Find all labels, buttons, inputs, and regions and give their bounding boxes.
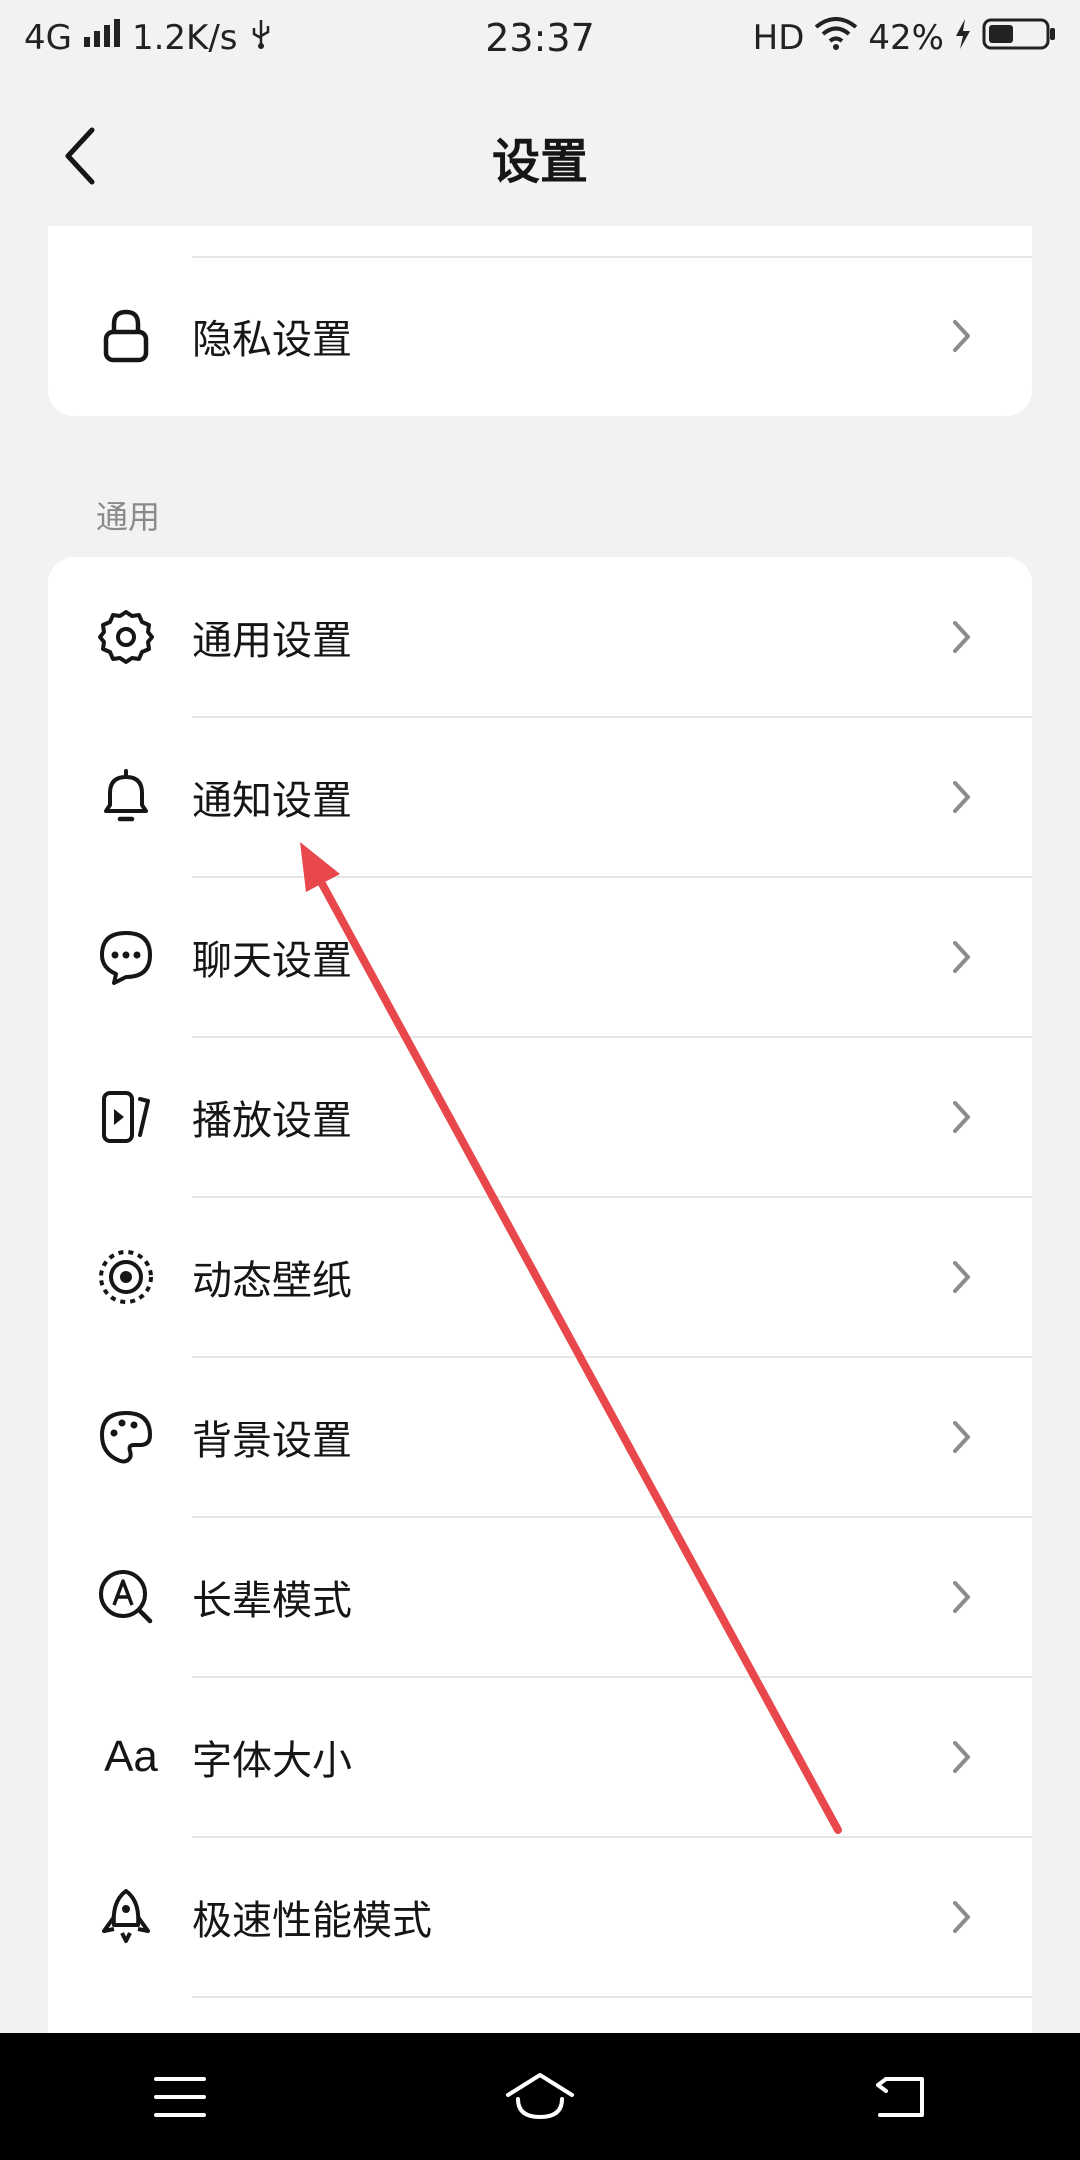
live-wallpaper-icon [96, 1247, 156, 1307]
elder-mode-icon [96, 1567, 156, 1627]
settings-row-label: 字体大小 [192, 1738, 352, 1784]
header: 设置 [0, 76, 1080, 226]
divider [192, 1996, 1032, 1998]
settings-row-performance[interactable]: 极速性能模式 [48, 1837, 1032, 1997]
charging-icon [954, 18, 972, 58]
usb-icon [248, 18, 274, 59]
menu-icon [154, 2076, 206, 2117]
settings-row-live-wallpaper[interactable]: 动态壁纸 [48, 1197, 1032, 1357]
settings-row-label: 动态壁纸 [192, 1258, 352, 1304]
gear-icon [96, 607, 156, 667]
chevron-right-icon [953, 941, 970, 973]
settings-row-background[interactable]: 背景设置 [48, 1357, 1032, 1517]
settings-row-chat[interactable]: 聊天设置 [48, 877, 1032, 1037]
home-button[interactable] [480, 2047, 600, 2147]
chevron-right-icon [953, 1741, 970, 1773]
home-icon [506, 2072, 574, 2119]
chevron-right-icon [953, 1421, 970, 1453]
lock-icon [96, 306, 156, 366]
settings-row-label: 播放设置 [192, 1098, 352, 1144]
page-title: 设置 [491, 134, 588, 190]
settings-row-notification[interactable]: 通知设置 [48, 717, 1032, 877]
play-device-icon [96, 1087, 156, 1147]
chevron-right-icon [953, 1581, 970, 1613]
settings-row-label: 背景设置 [192, 1418, 352, 1464]
settings-row-label: 聊天设置 [192, 938, 352, 984]
status-bar: 4G 1.2K/s 23:37 HD 42% [0, 0, 1080, 76]
palette-icon [96, 1407, 156, 1467]
battery-icon [982, 17, 1056, 60]
back-icon [876, 2076, 924, 2117]
chevron-right-icon [953, 1261, 970, 1293]
signal-icon [82, 18, 122, 58]
chevron-right-icon [953, 621, 970, 653]
status-right: HD 42% [752, 16, 1056, 60]
font-size-glyph: Aa [104, 1732, 158, 1781]
chevron-right-icon [953, 320, 970, 352]
menu-button[interactable] [120, 2047, 240, 2147]
rocket-icon [96, 1887, 156, 1947]
settings-row-font-size[interactable]: Aa 字体大小 [48, 1677, 1032, 1837]
settings-row-label: 长辈模式 [192, 1578, 352, 1624]
hd-badge: HD [752, 18, 805, 58]
top-settings-card: 隐私设置 [48, 226, 1032, 416]
general-settings-card: 通用设置 通知设置 聊天设置 播放设置 动态壁纸 背景设置 长辈模式 Aa 字体… [48, 557, 1032, 2160]
chevron-right-icon [953, 1101, 970, 1133]
status-left: 4G 1.2K/s [24, 18, 274, 59]
battery-percent: 42% [868, 18, 944, 58]
chevron-right-icon [953, 1901, 970, 1933]
settings-row-label: 通用设置 [192, 618, 352, 664]
settings-row-label: 隐私设置 [192, 317, 352, 363]
chevron-right-icon [953, 781, 970, 813]
network-type: 4G [24, 18, 72, 58]
wifi-icon [814, 16, 858, 60]
back-nav-button[interactable] [840, 2047, 960, 2147]
settings-row-privacy[interactable]: 隐私设置 [48, 256, 1032, 416]
bell-icon [96, 767, 156, 827]
section-title: 通用 [96, 498, 161, 536]
settings-row-label: 极速性能模式 [192, 1898, 432, 1944]
system-nav-bar [0, 2033, 1080, 2160]
settings-row-general[interactable]: 通用设置 [48, 557, 1032, 717]
network-speed: 1.2K/s [131, 18, 238, 58]
settings-row-playback[interactable]: 播放设置 [48, 1037, 1032, 1197]
font-size-icon: Aa [96, 1727, 166, 1787]
settings-row-elder-mode[interactable]: 长辈模式 [48, 1517, 1032, 1677]
settings-row-label: 通知设置 [192, 778, 352, 824]
chat-bubble-icon [96, 927, 156, 987]
